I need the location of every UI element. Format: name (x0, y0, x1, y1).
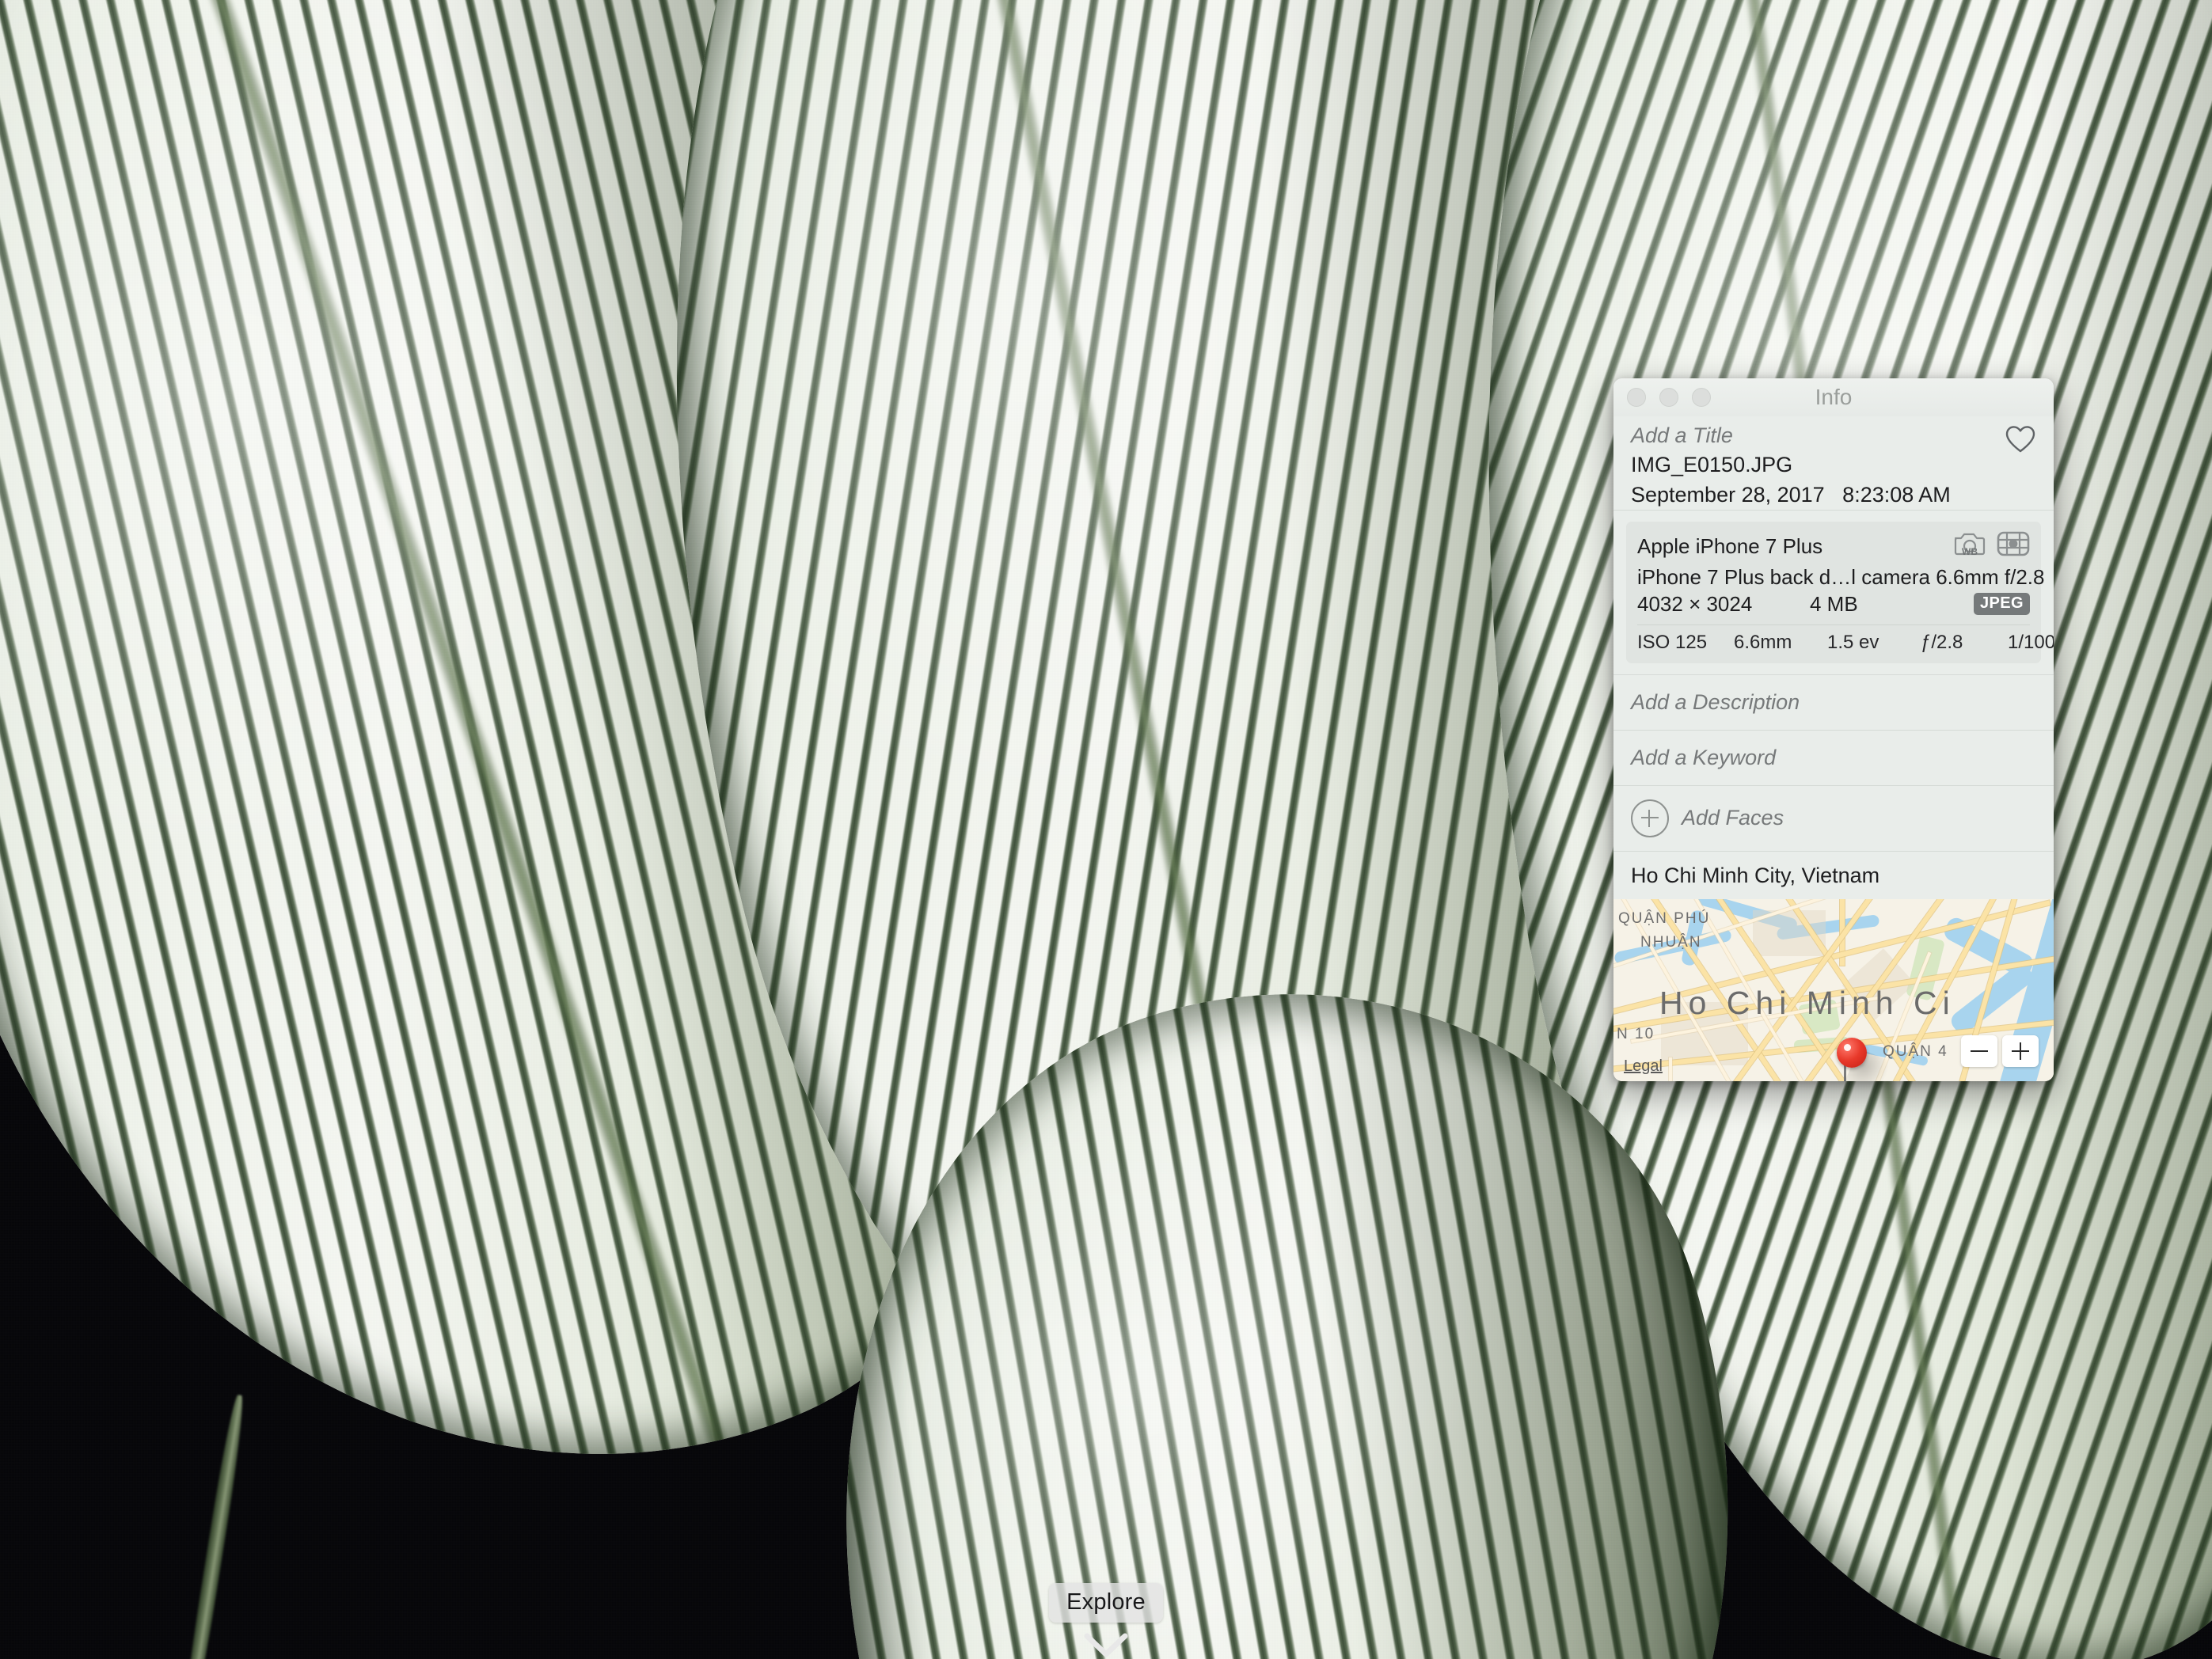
metering-mode-icon (1997, 531, 2030, 562)
window-controls (1613, 388, 1711, 407)
focal-length-label: 6.6mm (1734, 631, 1792, 653)
minus-icon (1971, 1050, 1988, 1052)
location-label[interactable]: Ho Chi Minh City, Vietnam (1613, 852, 2054, 899)
location-map[interactable]: QUẬN PHÚ NHUẬN N 10 QUẬN 4 Ho Chi Minh C… (1613, 898, 2054, 1081)
heart-icon[interactable] (2005, 424, 2036, 454)
add-faces-label: Add Faces (1682, 806, 1784, 830)
map-legal-link[interactable]: Legal (1624, 1057, 1663, 1076)
format-badge: JPEG (1974, 593, 2030, 616)
iso-label: ISO 125 (1637, 631, 1708, 653)
info-panel[interactable]: Info Add a Title IMG_E0150.JPG September… (1613, 378, 2054, 1081)
filename-label: IMG_E0150.JPG (1631, 453, 1793, 477)
capture-datetime-label: September 28, 2017 8:23:08 AM (1631, 482, 1951, 507)
svg-text:WB: WB (1962, 546, 1978, 557)
add-faces-button[interactable]: Add Faces (1613, 786, 2054, 851)
description-input[interactable]: Add a Description (1613, 675, 2054, 730)
lens-label: iPhone 7 Plus back d…l camera 6.6mm f/2.… (1637, 564, 2045, 589)
camera-model-label: Apple iPhone 7 Plus (1637, 533, 1823, 558)
plus-icon-vertical (2020, 1042, 2021, 1060)
chevron-down-icon[interactable] (1015, 1632, 1197, 1659)
metadata-header-section: Add a Title IMG_E0150.JPG September 28, … (1613, 416, 2054, 510)
zoom-button[interactable] (1692, 388, 1711, 407)
map-zoom-in-button[interactable] (2002, 1035, 2039, 1067)
dimensions-label: 4032 × 3024 (1637, 591, 1753, 616)
aperture-label: ƒ/2.8 (1921, 631, 1963, 653)
section-divider (1613, 509, 2054, 511)
exposure-bias-label: 1.5 ev (1827, 631, 1879, 653)
explore-button[interactable]: Explore (1049, 1582, 1163, 1623)
map-pin-highlight (1844, 1043, 1851, 1051)
camera-white-balance-icon: WB (1952, 530, 1987, 563)
explore-control: Explore (1015, 1582, 1197, 1659)
info-panel-titlebar[interactable]: Info (1613, 378, 2054, 416)
minimize-button[interactable] (1659, 388, 1678, 407)
map-zoom-out-button[interactable] (1961, 1035, 1997, 1067)
description-placeholder: Add a Description (1631, 689, 1800, 714)
map-pin-head (1837, 1037, 1867, 1068)
map-road-minor (1669, 1057, 1672, 1081)
exif-settings-row: ISO 125 6.6mm 1.5 ev ƒ/2.8 1/100 (1637, 631, 2054, 654)
map-zoom-controls (1961, 1035, 2039, 1067)
close-button[interactable] (1627, 388, 1646, 407)
shutter-speed-label: 1/100 (2008, 631, 2054, 653)
plus-circle-icon (1631, 799, 1669, 837)
filesize-label: 4 MB (1810, 591, 1858, 616)
exif-rule (1637, 624, 2030, 625)
exif-card: Apple iPhone 7 Plus WB iPhone 7 Plus bac… (1626, 521, 2054, 663)
title-input[interactable]: Add a Title (1631, 421, 2005, 450)
info-panel-body: Add a Title IMG_E0150.JPG September 28, … (1613, 416, 2054, 1081)
keyword-input[interactable]: Add a Keyword (1613, 731, 2054, 785)
exif-icon-group: WB (1952, 530, 2030, 563)
keyword-placeholder: Add a Keyword (1631, 745, 1777, 769)
